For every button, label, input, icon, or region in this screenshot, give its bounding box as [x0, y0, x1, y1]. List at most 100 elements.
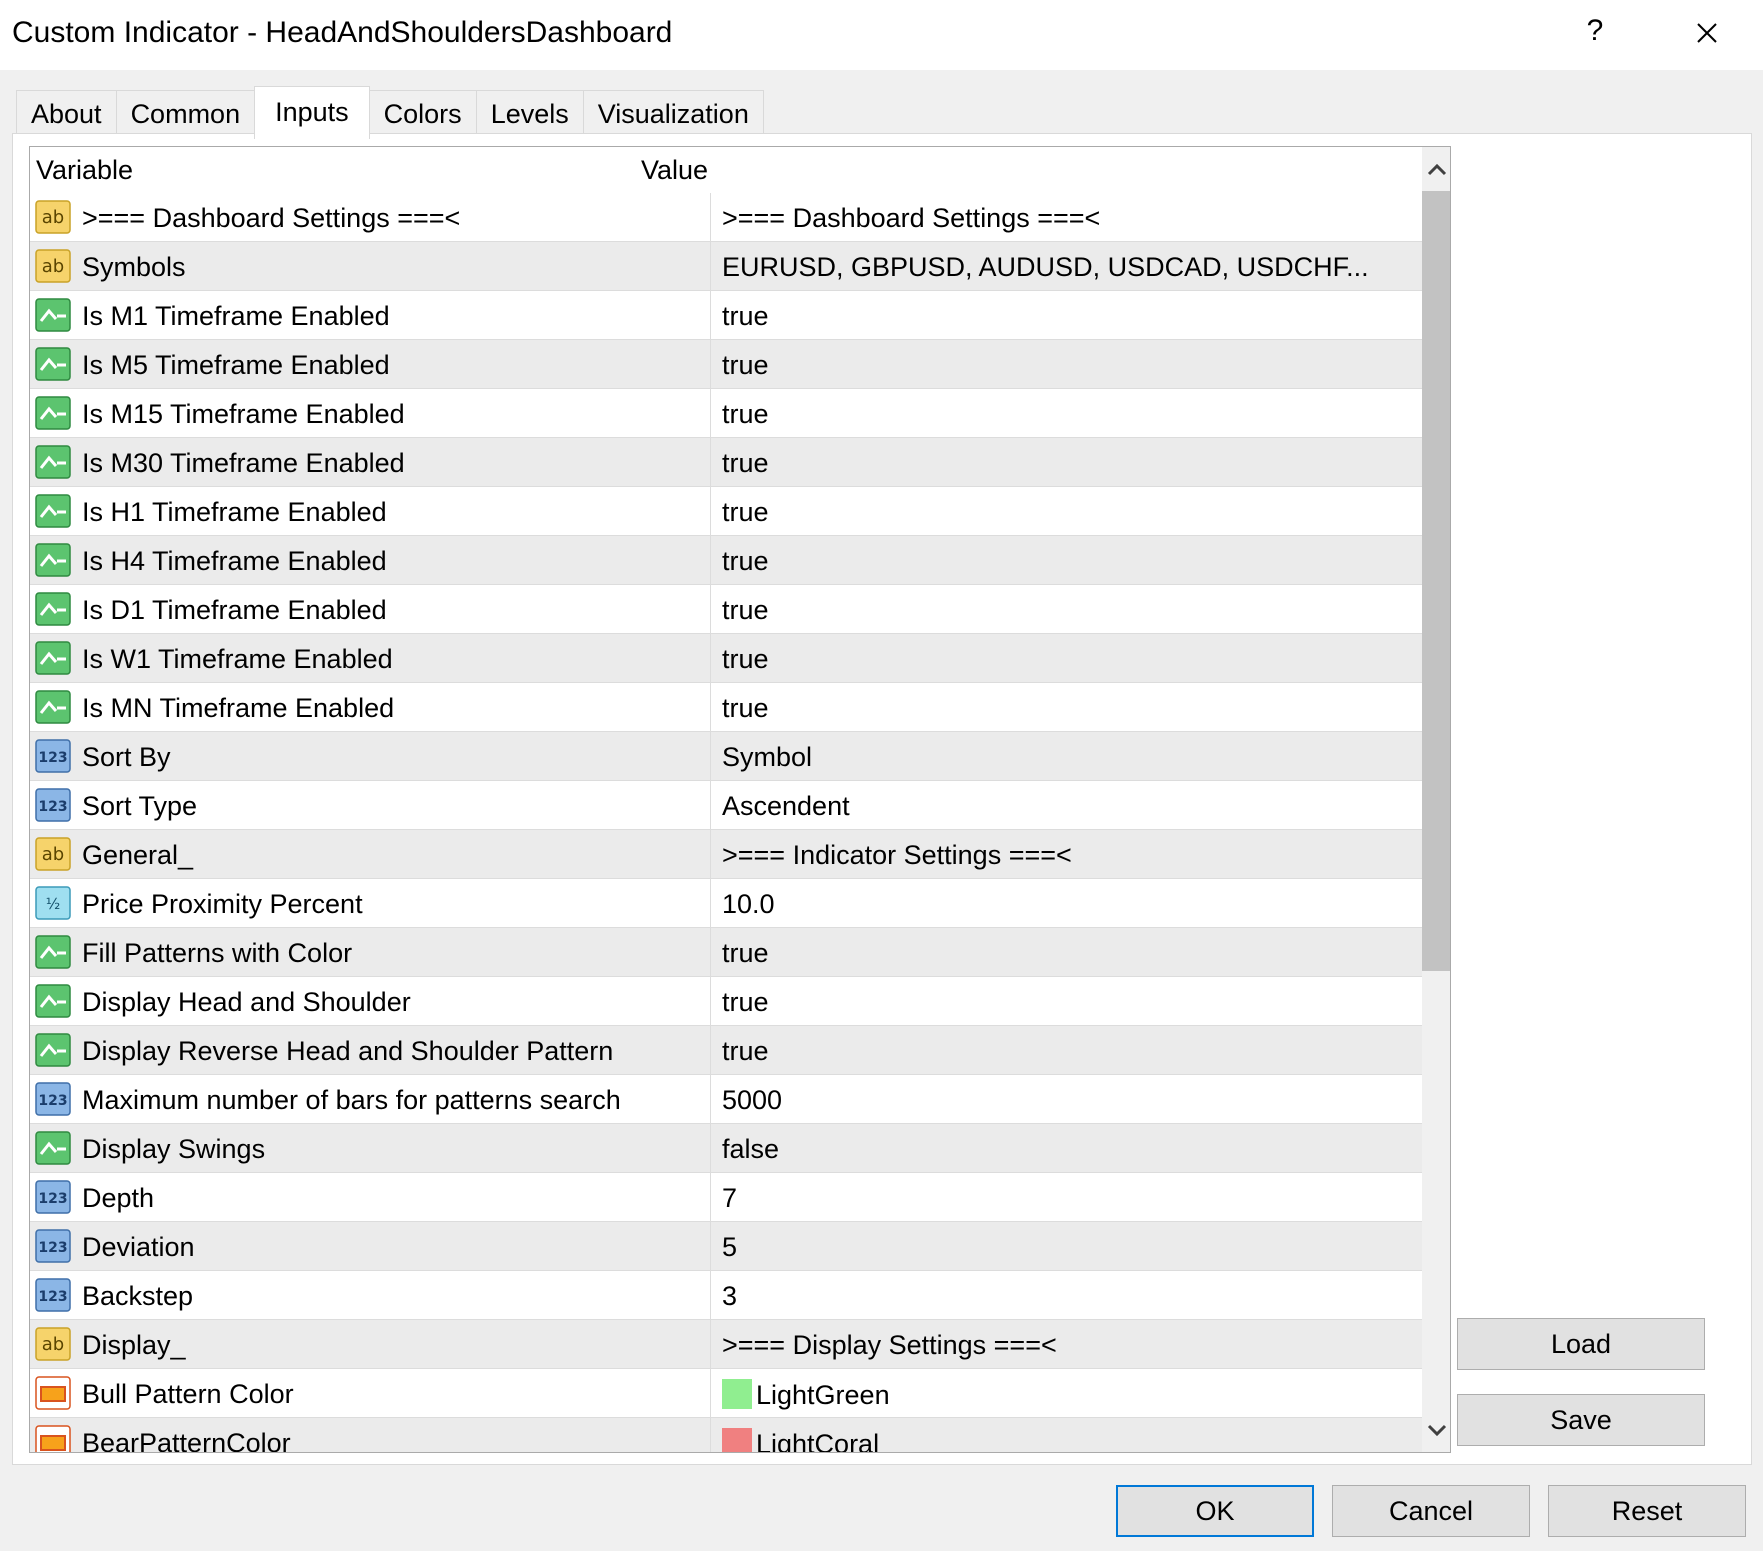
- close-button[interactable]: [1690, 16, 1724, 50]
- scroll-down-arrow-icon[interactable]: [1422, 1415, 1451, 1445]
- ab-string-icon: ab: [34, 248, 72, 284]
- row-variable: Maximum number of bars for patterns sear…: [82, 1085, 621, 1115]
- scroll-thumb[interactable]: [1422, 191, 1450, 971]
- row-value[interactable]: >=== Display Settings ===<: [722, 1330, 1057, 1361]
- cancel-button[interactable]: Cancel: [1332, 1485, 1530, 1537]
- grid-row[interactable]: Is W1 Timeframe Enabled true: [30, 634, 1422, 683]
- row-variable: BearPatternColor: [82, 1428, 291, 1453]
- row-variable: Is M15 Timeframe Enabled: [82, 399, 405, 429]
- column-header-variable[interactable]: Variable: [36, 155, 133, 186]
- tab-common[interactable]: Common: [115, 90, 256, 138]
- ok-button[interactable]: OK: [1116, 1485, 1314, 1537]
- row-value[interactable]: true: [722, 546, 769, 577]
- row-value[interactable]: >=== Indicator Settings ===<: [722, 840, 1072, 871]
- int-123-icon: 123: [34, 1179, 72, 1215]
- row-variable: General_: [82, 840, 194, 870]
- row-value[interactable]: true: [722, 399, 769, 430]
- grid-row[interactable]: Is M15 Timeframe Enabled true: [30, 389, 1422, 438]
- column-divider: [710, 634, 711, 683]
- column-divider: [710, 291, 711, 340]
- grid-row[interactable]: 123 Deviation 5: [30, 1222, 1422, 1271]
- grid-row[interactable]: Is D1 Timeframe Enabled true: [30, 585, 1422, 634]
- row-value[interactable]: true: [722, 301, 769, 332]
- row-value[interactable]: EURUSD, GBPUSD, AUDUSD, USDCAD, USDCHF..…: [722, 252, 1369, 283]
- scroll-up-arrow-icon[interactable]: [1422, 155, 1451, 185]
- grid-row[interactable]: Bull Pattern Color LightGreen: [30, 1369, 1422, 1418]
- grid-row[interactable]: Display Reverse Head and Shoulder Patter…: [30, 1026, 1422, 1075]
- grid-row[interactable]: 123 Backstep 3: [30, 1271, 1422, 1320]
- grid-row[interactable]: Fill Patterns with Color true: [30, 928, 1422, 977]
- column-divider: [710, 1418, 711, 1452]
- grid-row[interactable]: Display Swings false: [30, 1124, 1422, 1173]
- column-header-value[interactable]: Value: [641, 155, 708, 186]
- grid-row[interactable]: ab Symbols EURUSD, GBPUSD, AUDUSD, USDCAD,…: [30, 242, 1422, 291]
- row-value[interactable]: >=== Dashboard Settings ===<: [722, 203, 1100, 234]
- row-value[interactable]: 7: [722, 1183, 737, 1214]
- reset-button[interactable]: Reset: [1548, 1485, 1746, 1537]
- row-value[interactable]: Ascendent: [722, 791, 850, 822]
- row-value[interactable]: 3: [722, 1281, 737, 1312]
- row-value[interactable]: true: [722, 448, 769, 479]
- int-123-icon: 123: [34, 1277, 72, 1313]
- grid-row[interactable]: BearPatternColor LightCoral: [30, 1418, 1422, 1453]
- row-value-text: true: [722, 644, 769, 674]
- row-variable: Fill Patterns with Color: [82, 938, 353, 968]
- row-variable: Sort Type: [82, 791, 198, 821]
- row-value[interactable]: true: [722, 350, 769, 381]
- row-value[interactable]: true: [722, 987, 769, 1018]
- int-123-icon: 123: [34, 787, 72, 823]
- grid-row[interactable]: Display Head and Shoulder true: [30, 977, 1422, 1026]
- row-value-text: 5: [722, 1232, 738, 1262]
- svg-text:123: 123: [38, 750, 67, 766]
- load-button[interactable]: Load: [1457, 1318, 1705, 1370]
- color-swatch: [722, 1428, 752, 1452]
- tab-visualization[interactable]: Visualization: [582, 90, 764, 138]
- row-value[interactable]: 5: [722, 1232, 737, 1263]
- row-value-text: >=== Dashboard Settings ===<: [722, 203, 1101, 233]
- help-button[interactable]: ?: [1580, 14, 1610, 48]
- bool-icon: [34, 346, 72, 382]
- row-value-text: false: [722, 1134, 780, 1164]
- row-value[interactable]: 10.0: [722, 889, 775, 920]
- row-value[interactable]: LightGreen: [722, 1379, 890, 1411]
- grid-row[interactable]: ab General_ >=== Indicator Settings ===<: [30, 830, 1422, 879]
- tab-about[interactable]: About: [16, 90, 117, 138]
- grid-row[interactable]: 123 Sort Type Ascendent: [30, 781, 1422, 830]
- row-variable: Is M1 Timeframe Enabled: [82, 301, 390, 331]
- tab-inputs[interactable]: Inputs: [254, 86, 370, 139]
- grid-row[interactable]: Is M5 Timeframe Enabled true: [30, 340, 1422, 389]
- grid-row[interactable]: ab Display_ >=== Display Settings ===<: [30, 1320, 1422, 1369]
- grid-row[interactable]: 123 Maximum number of bars for patterns s…: [30, 1075, 1422, 1124]
- grid-row[interactable]: Is MN Timeframe Enabled true: [30, 683, 1422, 732]
- title-bar: Custom Indicator - HeadAndShouldersDashb…: [0, 0, 1763, 70]
- tab-colors[interactable]: Colors: [368, 90, 477, 138]
- grid-row[interactable]: ab >=== Dashboard Settings ===< >=== Dashb…: [30, 193, 1422, 242]
- tab-levels[interactable]: Levels: [475, 90, 584, 138]
- row-value[interactable]: true: [722, 1036, 769, 1067]
- grid-row[interactable]: ½ Price Proximity Percent 10.0: [30, 879, 1422, 928]
- row-value[interactable]: false: [722, 1134, 779, 1165]
- row-value[interactable]: true: [722, 595, 769, 626]
- row-variable: Deviation: [82, 1232, 195, 1262]
- row-variable: Display Swings: [82, 1134, 266, 1164]
- row-value[interactable]: LightCoral: [722, 1428, 879, 1452]
- grid-row[interactable]: 123 Depth 7: [30, 1173, 1422, 1222]
- grid-row[interactable]: Is H4 Timeframe Enabled true: [30, 536, 1422, 585]
- vertical-scrollbar[interactable]: [1422, 147, 1451, 1452]
- row-value[interactable]: true: [722, 693, 769, 724]
- grid-row[interactable]: Is H1 Timeframe Enabled true: [30, 487, 1422, 536]
- row-value[interactable]: true: [722, 497, 769, 528]
- row-variable: Is H4 Timeframe Enabled: [82, 546, 387, 576]
- bool-icon: [34, 1032, 72, 1068]
- row-value[interactable]: 5000: [722, 1085, 782, 1116]
- grid-row[interactable]: Is M30 Timeframe Enabled true: [30, 438, 1422, 487]
- row-value[interactable]: true: [722, 644, 769, 675]
- color-icon: [34, 1375, 72, 1411]
- row-value-text: 7: [722, 1183, 738, 1213]
- row-value-text: true: [722, 546, 769, 576]
- row-value[interactable]: true: [722, 938, 769, 969]
- row-value[interactable]: Symbol: [722, 742, 812, 773]
- grid-row[interactable]: Is M1 Timeframe Enabled true: [30, 291, 1422, 340]
- grid-row[interactable]: 123 Sort By Symbol: [30, 732, 1422, 781]
- save-button[interactable]: Save: [1457, 1394, 1705, 1446]
